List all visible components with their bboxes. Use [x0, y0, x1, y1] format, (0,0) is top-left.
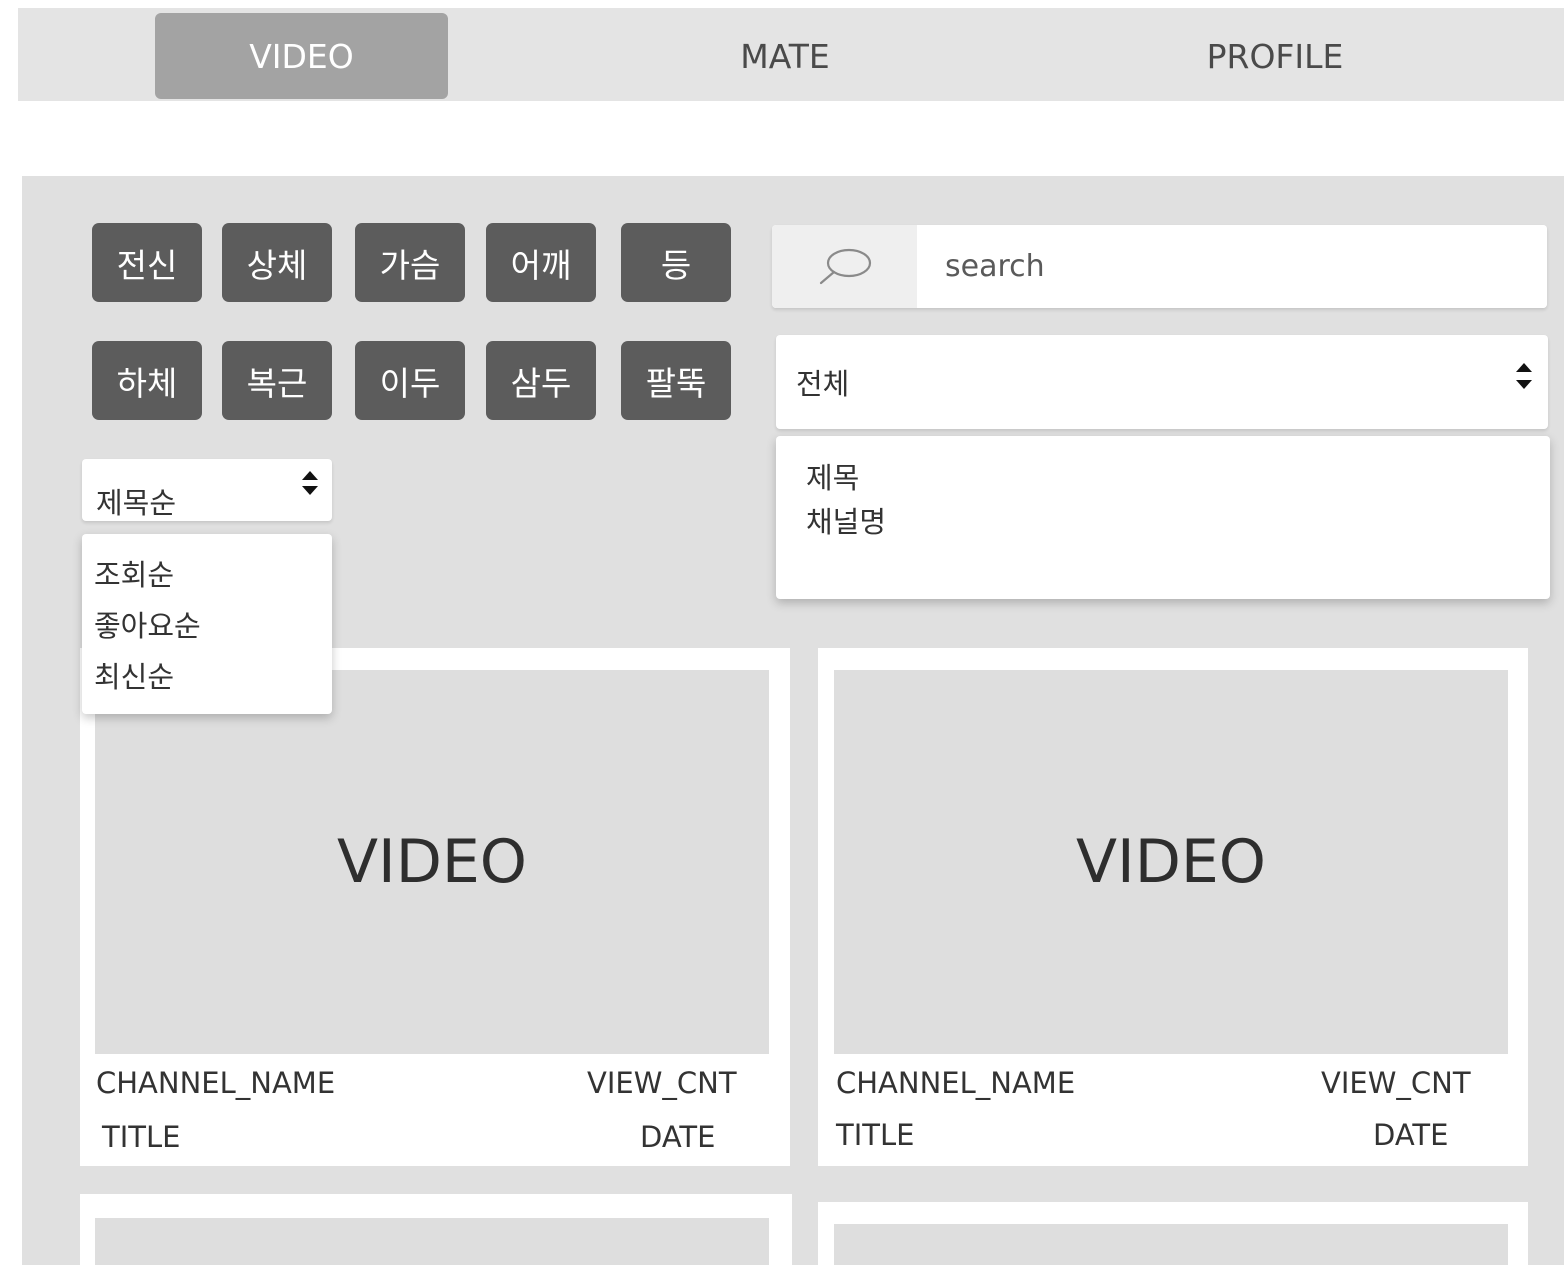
search-icon[interactable] [772, 225, 917, 308]
search-type-selected-value: 전체 [796, 367, 850, 401]
app-root: VIDEO MATE PROFILE 전신 상체 가슴 어깨 등 하체 복근 이… [0, 0, 1564, 1265]
tab-profile[interactable]: PROFILE [1130, 13, 1420, 99]
view-count: VIEW_CNT [587, 1066, 737, 1100]
tab-mate[interactable]: MATE [638, 13, 932, 99]
category-button-fullbody[interactable]: 전신 [92, 223, 202, 302]
view-count: VIEW_CNT [1321, 1066, 1471, 1100]
sort-option-likes[interactable]: 좋아요순 [94, 601, 332, 652]
category-button-upperbody[interactable]: 상체 [222, 223, 332, 302]
search-input[interactable] [917, 225, 1547, 308]
category-button-lowerbody[interactable]: 하체 [92, 341, 202, 420]
search-icon-glyph [819, 248, 871, 284]
sort-option-views[interactable]: 조회순 [94, 550, 332, 601]
category-button-shoulder[interactable]: 어깨 [486, 223, 596, 302]
search-type-select[interactable]: 전체 [776, 335, 1548, 429]
video-thumbnail[interactable] [95, 1218, 769, 1265]
category-button-biceps[interactable]: 이두 [355, 341, 465, 420]
search-type-option-channel[interactable]: 채널명 [806, 500, 1550, 544]
channel-name: CHANNEL_NAME [836, 1066, 1076, 1100]
category-button-forearm[interactable]: 팔뚝 [621, 341, 731, 420]
sort-selected-value: 제목순 [96, 486, 177, 520]
video-thumbnail[interactable] [834, 1224, 1508, 1265]
video-card[interactable]: VIDEO CHANNEL_NAME VIEW_CNT TITLE DATE [818, 648, 1528, 1166]
video-date: DATE [1373, 1118, 1449, 1152]
video-date: DATE [640, 1120, 716, 1154]
video-thumbnail[interactable]: VIDEO [95, 670, 769, 1054]
top-nav: VIDEO MATE PROFILE [18, 8, 1564, 101]
video-panel: 전신 상체 가슴 어깨 등 하체 복근 이두 삼두 팔뚝 전체 [22, 176, 1564, 1265]
sort-dropdown: 조회순 좋아요순 최신순 [82, 534, 332, 714]
category-button-back[interactable]: 등 [621, 223, 731, 302]
category-button-chest[interactable]: 가슴 [355, 223, 465, 302]
category-button-triceps[interactable]: 삼두 [486, 341, 596, 420]
category-button-abs[interactable]: 복근 [222, 341, 332, 420]
channel-name: CHANNEL_NAME [96, 1066, 336, 1100]
tab-video[interactable]: VIDEO [155, 13, 448, 99]
search-type-dropdown: 제목 채널명 [776, 436, 1550, 599]
video-thumbnail[interactable]: VIDEO [834, 670, 1508, 1054]
search-type-option-title[interactable]: 제목 [806, 456, 1550, 500]
select-arrows-icon [1516, 363, 1532, 389]
video-card[interactable] [80, 1194, 792, 1265]
sort-select[interactable]: 제목순 [82, 459, 332, 521]
sort-option-latest[interactable]: 최신순 [94, 652, 332, 703]
video-title: TITLE [102, 1120, 181, 1154]
search-bar [772, 225, 1547, 308]
video-card[interactable] [818, 1202, 1528, 1265]
video-title: TITLE [836, 1118, 915, 1152]
select-arrows-icon [302, 471, 318, 495]
video-card[interactable]: VIDEO CHANNEL_NAME VIEW_CNT TITLE DATE [80, 648, 790, 1166]
